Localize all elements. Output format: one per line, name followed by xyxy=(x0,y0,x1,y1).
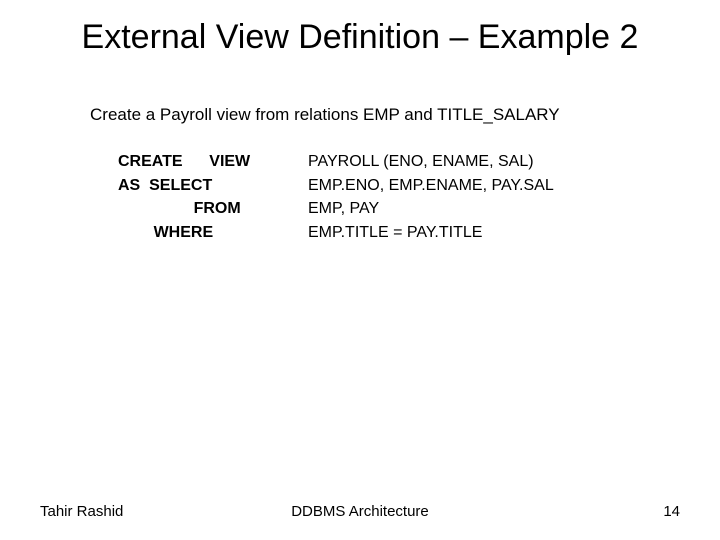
sql-value: EMP, PAY xyxy=(308,198,680,220)
slide: External View Definition – Example 2 Cre… xyxy=(0,0,720,540)
sql-row: AS SELECT EMP.ENO, EMP.ENAME, PAY.SAL xyxy=(118,175,680,197)
sql-value: EMP.ENO, EMP.ENAME, PAY.SAL xyxy=(308,175,680,197)
sql-row: FROM EMP, PAY xyxy=(118,198,680,220)
sql-keyword: AS SELECT xyxy=(118,175,308,197)
intro-text: Create a Payroll view from relations EMP… xyxy=(90,105,680,125)
sql-keyword: FROM xyxy=(118,198,308,220)
footer-topic: DDBMS Architecture xyxy=(291,503,429,520)
sql-value: PAYROLL (ENO, ENAME, SAL) xyxy=(308,151,680,173)
sql-row: WHERE EMP.TITLE = PAY.TITLE xyxy=(118,222,680,244)
footer-page-number: 14 xyxy=(663,503,680,520)
slide-title: External View Definition – Example 2 xyxy=(40,18,680,57)
sql-keyword: WHERE xyxy=(118,222,308,244)
footer-author: Tahir Rashid xyxy=(40,503,123,520)
sql-value: EMP.TITLE = PAY.TITLE xyxy=(308,222,680,244)
sql-keyword: CREATE VIEW xyxy=(118,151,308,173)
footer: Tahir Rashid DDBMS Architecture 14 xyxy=(0,503,720,520)
sql-block: CREATE VIEW PAYROLL (ENO, ENAME, SAL) AS… xyxy=(118,151,680,243)
sql-row: CREATE VIEW PAYROLL (ENO, ENAME, SAL) xyxy=(118,151,680,173)
